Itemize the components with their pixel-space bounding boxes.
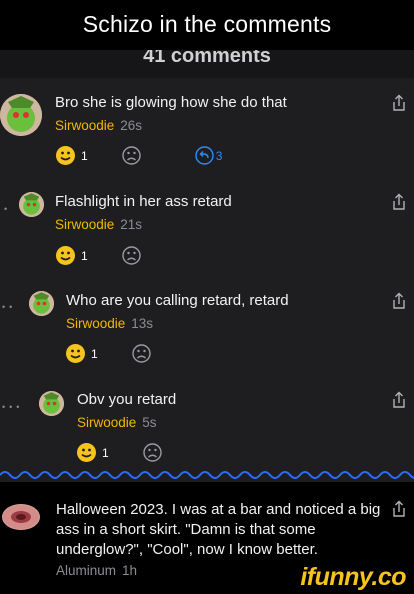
smile-count: 1 [91, 346, 98, 361]
smile-count: 1 [81, 148, 88, 163]
comment-time: 5s [142, 415, 157, 430]
share-icon[interactable] [391, 500, 407, 518]
smile-count: 1 [81, 248, 88, 263]
thread-indent-dots: • [4, 204, 12, 214]
comment-username[interactable]: Sirwoodie [55, 118, 114, 133]
avatar[interactable] [2, 504, 40, 530]
comments-header: 41 comments [0, 50, 414, 78]
reaction-row: 1 [56, 246, 141, 265]
reply-button[interactable]: 3 [194, 146, 223, 165]
comment-username[interactable]: Sirwoodie [66, 316, 125, 331]
avatar[interactable] [0, 94, 42, 136]
avatar[interactable] [29, 291, 54, 316]
reply-count: 3 [215, 148, 223, 163]
original-post: Halloween 2023. I was at a bar and notic… [0, 482, 414, 594]
comment-author[interactable]: Sirwoodie 5s [77, 415, 157, 430]
share-icon[interactable] [391, 193, 407, 211]
comments-count: 41 comments [143, 50, 271, 67]
share-icon[interactable] [391, 391, 407, 409]
comment-author[interactable]: Sirwoodie 13s [66, 316, 153, 331]
frown-icon[interactable] [142, 443, 162, 462]
ifunny-watermark: ifunny.co [300, 563, 406, 591]
banner-title: Schizo in the comments [82, 11, 332, 37]
comment-text: Who are you calling retard, retard [66, 292, 289, 309]
share-icon[interactable] [391, 292, 407, 310]
smile-count: 1 [102, 445, 109, 460]
comment-time: 26s [120, 118, 143, 133]
frown-icon[interactable] [131, 344, 151, 363]
comment: •• Who are you calling retard, retard Si… [0, 280, 414, 380]
avatar[interactable] [19, 192, 44, 217]
comment-author[interactable]: Sirwoodie 26s [55, 118, 142, 133]
post-time: 1h [122, 563, 138, 578]
comment-time: 21s [120, 217, 143, 232]
reply-icon [194, 146, 214, 165]
smile-icon[interactable] [56, 246, 75, 265]
smile-icon[interactable] [56, 146, 75, 165]
reaction-row: 1 [66, 344, 151, 363]
avatar[interactable] [39, 391, 64, 416]
frown-icon[interactable] [121, 246, 141, 265]
wavy-divider [0, 471, 414, 479]
comment-author[interactable]: Sirwoodie 21s [55, 217, 142, 232]
thread-indent-dots: •• [2, 302, 17, 312]
share-icon[interactable] [391, 94, 407, 112]
comment: • Flashlight in her ass retard Sirwoodie… [0, 180, 414, 280]
post-text: Halloween 2023. I was at a bar and notic… [56, 501, 381, 558]
comment-text: Bro she is glowing how she do that [55, 94, 287, 111]
frown-icon[interactable] [121, 146, 141, 165]
thread-indent-dots: ••• [2, 402, 24, 412]
comment: Bro she is glowing how she do that Sirwo… [0, 78, 414, 178]
comment-username[interactable]: Sirwoodie [55, 217, 114, 232]
reaction-row: 1 3 [56, 146, 222, 165]
comment-text: Flashlight in her ass retard [55, 193, 232, 210]
comment-username[interactable]: Sirwoodie [77, 415, 136, 430]
smile-icon[interactable] [66, 344, 85, 363]
post-author[interactable]: Aluminum 1h [56, 563, 137, 578]
post-username[interactable]: Aluminum [56, 563, 116, 578]
smile-icon[interactable] [77, 443, 96, 462]
comment-text: Obv you retard [77, 391, 177, 408]
comment-time: 13s [131, 316, 154, 331]
meme-banner: Schizo in the comments [0, 0, 414, 50]
reaction-row: 1 [77, 443, 162, 462]
comment: ••• Obv you retard Sirwoodie 5s 1 [0, 380, 414, 468]
